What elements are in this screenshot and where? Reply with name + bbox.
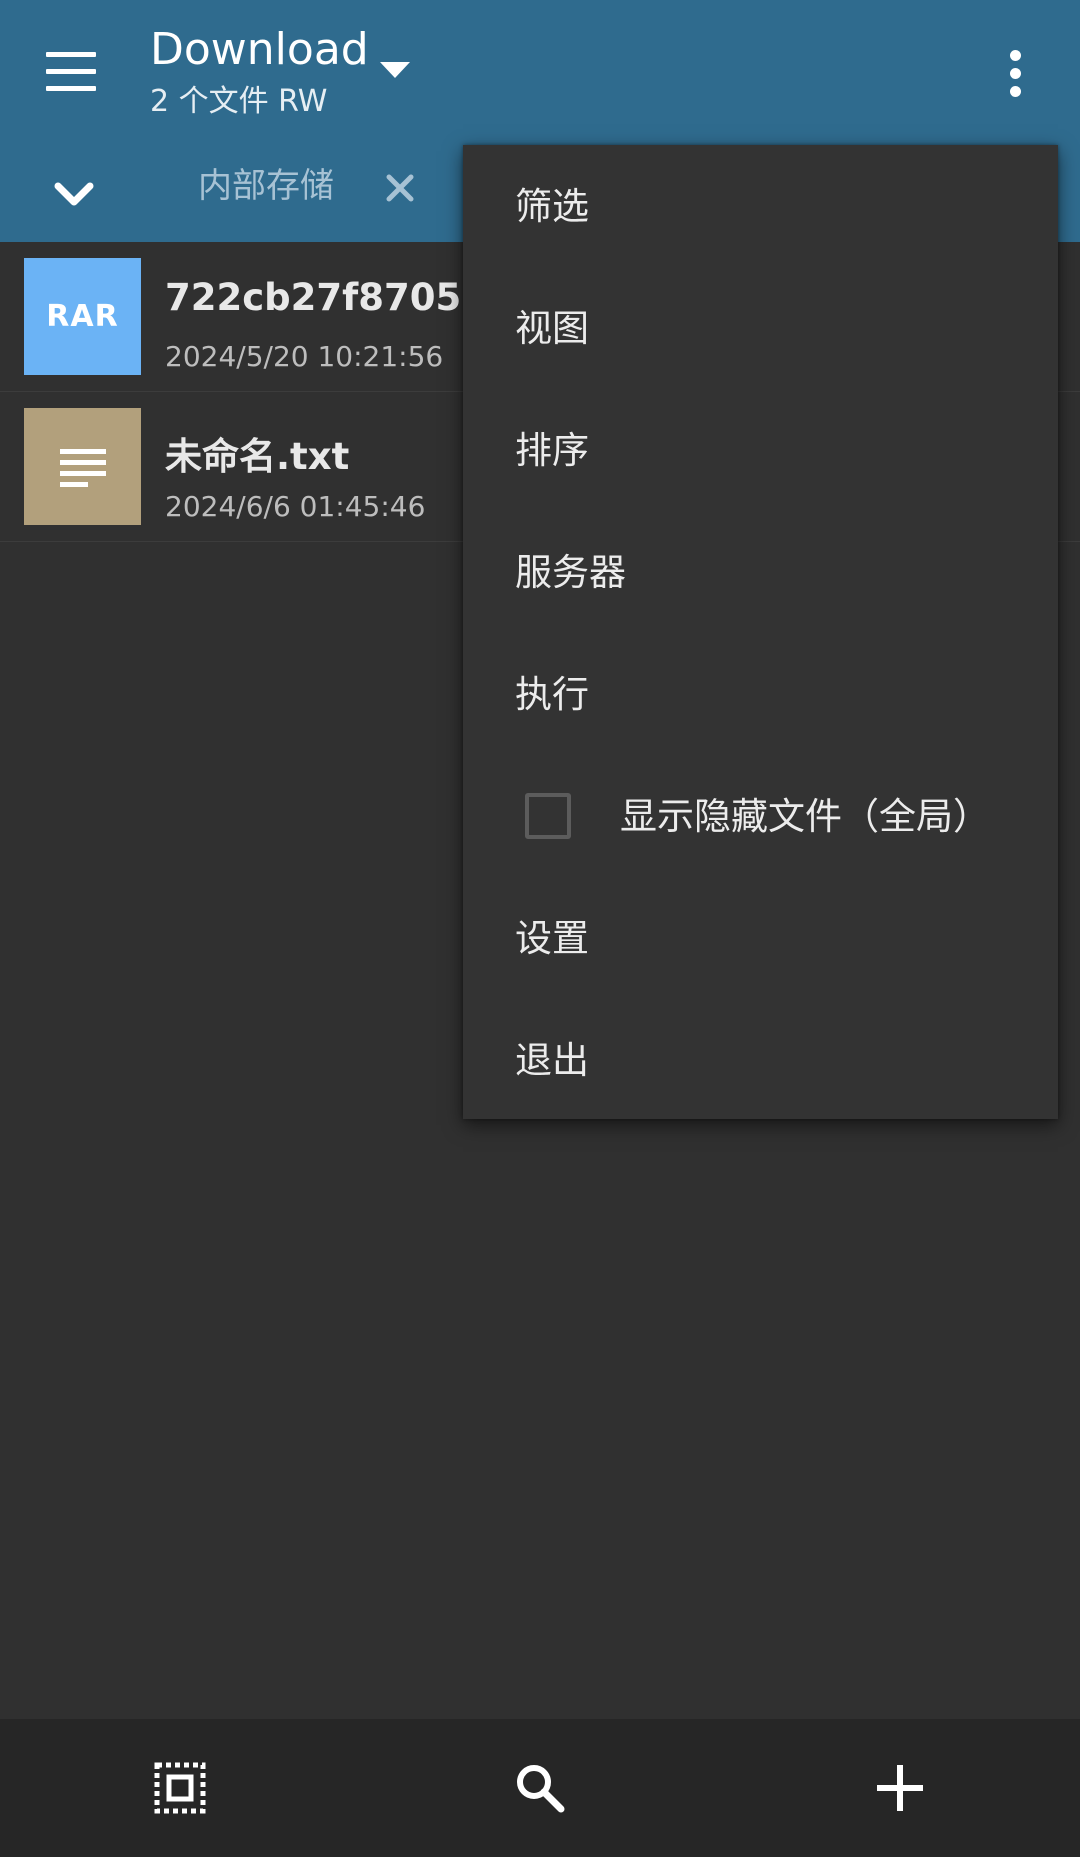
menu-item-sort[interactable]: 排序 xyxy=(463,389,1058,511)
menu-item-execute[interactable]: 执行 xyxy=(463,633,1058,755)
file-type-label: RAR xyxy=(46,299,119,334)
file-name: 未命名.txt xyxy=(165,435,350,478)
chevron-down-icon[interactable] xyxy=(52,172,96,216)
menu-item-label: 排序 xyxy=(515,429,589,472)
hamburger-menu-icon[interactable] xyxy=(40,48,102,96)
menu-item-exit[interactable]: 退出 xyxy=(463,999,1058,1121)
select-all-icon xyxy=(154,1762,206,1814)
rar-file-icon: RAR xyxy=(24,258,141,375)
menu-item-label: 显示隐藏文件（全局） xyxy=(620,795,990,838)
more-vert-icon[interactable] xyxy=(996,48,1036,100)
menu-item-view[interactable]: 视图 xyxy=(463,267,1058,389)
menu-item-label: 退出 xyxy=(515,1039,589,1082)
close-icon[interactable] xyxy=(380,168,420,208)
menu-item-label: 服务器 xyxy=(515,551,626,594)
show-hidden-checkbox[interactable] xyxy=(525,793,571,839)
file-date: 2024/6/6 01:45:46 xyxy=(165,490,426,523)
menu-item-label: 筛选 xyxy=(515,185,589,228)
menu-item-filter[interactable]: 筛选 xyxy=(463,145,1058,267)
menu-item-server[interactable]: 服务器 xyxy=(463,511,1058,633)
menu-item-label: 设置 xyxy=(515,917,589,960)
page-title: Download xyxy=(150,24,369,75)
text-file-icon xyxy=(24,408,141,525)
menu-item-show-hidden-files[interactable]: 显示隐藏文件（全局） xyxy=(463,755,1058,877)
folder-subtitle: 2 个文件 RW xyxy=(150,84,328,119)
caret-down-icon xyxy=(380,62,410,78)
add-button[interactable] xyxy=(720,1719,1080,1857)
add-icon xyxy=(877,1765,923,1811)
search-button[interactable] xyxy=(360,1719,720,1857)
bottom-bar xyxy=(0,1719,1080,1857)
tab-internal-storage[interactable]: 内部存储 xyxy=(198,164,334,208)
menu-item-label: 视图 xyxy=(515,307,589,350)
folder-title-dropdown[interactable]: Download xyxy=(150,22,410,78)
menu-item-settings[interactable]: 设置 xyxy=(463,877,1058,999)
search-icon xyxy=(517,1765,565,1813)
select-all-button[interactable] xyxy=(0,1719,360,1857)
file-name: 722cb27f87051 xyxy=(165,276,487,319)
file-date: 2024/5/20 10:21:56 xyxy=(165,340,444,373)
overflow-menu: 筛选 视图 排序 服务器 执行 显示隐藏文件（全局） 设置 退出 xyxy=(463,145,1058,1119)
menu-item-label: 执行 xyxy=(515,673,589,716)
